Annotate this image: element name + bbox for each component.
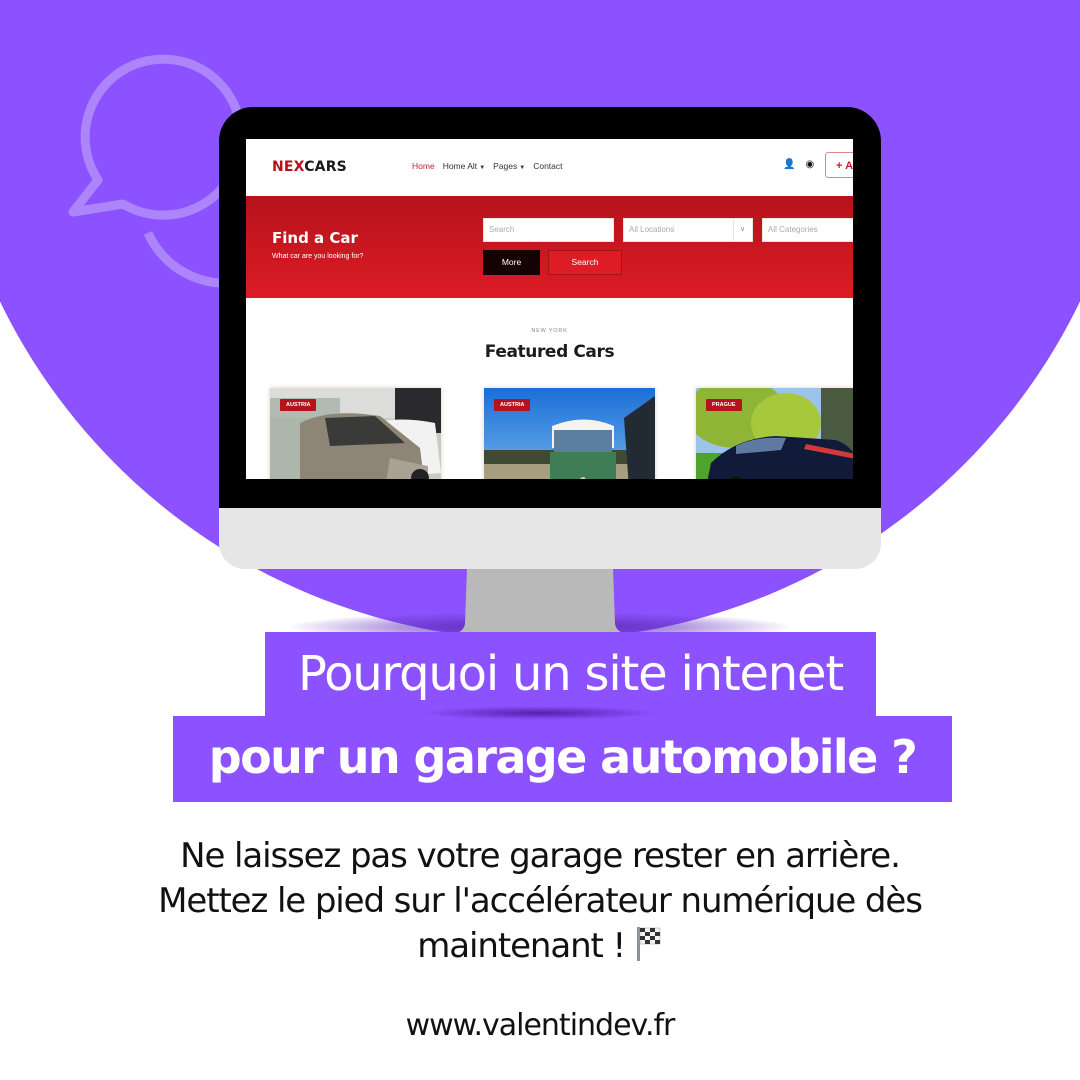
banner-shadow — [420, 706, 660, 720]
headline-line2: pour un garage automobile ? — [208, 730, 918, 784]
nav-home[interactable]: Home — [412, 161, 435, 171]
chevron-down-icon: ▼ — [519, 165, 526, 171]
monitor-stand — [443, 568, 637, 637]
hero-title: Find a Car — [272, 229, 358, 247]
more-button[interactable]: More — [483, 250, 540, 275]
monitor-chin — [219, 508, 881, 569]
nav-pages[interactable]: Pages ▼ — [493, 161, 525, 171]
find-car-hero: Find a Car What car are you looking for?… — [246, 196, 853, 298]
user-icon[interactable]: 👤 — [783, 159, 795, 170]
dashboard-icon[interactable]: ◉ — [805, 159, 814, 170]
chevron-down-icon: ▼ — [479, 165, 486, 171]
checkered-flag-icon — [636, 927, 660, 961]
nav-icons: 👤 ◉ — [783, 159, 814, 170]
headline-banner-line1: Pourquoi un site intenet — [265, 632, 876, 718]
location-tag: AUSTRIA — [280, 399, 317, 411]
nav-contact[interactable]: Contact — [533, 161, 562, 171]
body-line1: Ne laissez pas votre garage rester en ar… — [180, 836, 901, 876]
car-card[interactable]: PRAGUE — [696, 388, 853, 479]
section-kicker: NEW YORK — [531, 328, 568, 334]
body-line2: Mettez le pied sur l'accélérateur numéri… — [158, 881, 923, 921]
nav-links: Home Home Alt ▼ Pages ▼ Contact — [412, 161, 563, 171]
website-screen: NEXCARS Home Home Alt ▼ Pages ▼ Contact 👤 … — [246, 139, 853, 479]
search-button[interactable]: Search — [548, 250, 622, 275]
nav-home-alt[interactable]: Home Alt ▼ — [443, 161, 485, 171]
monitor: NEXCARS Home Home Alt ▼ Pages ▼ Contact 👤 … — [219, 107, 881, 569]
headline-banner-line2: pour un garage automobile ? — [173, 716, 952, 802]
headline-line1: Pourquoi un site intenet — [298, 646, 844, 702]
site-navbar: NEXCARS Home Home Alt ▼ Pages ▼ Contact 👤 … — [246, 139, 853, 196]
featured-cars-title: Featured Cars — [484, 342, 615, 362]
search-input[interactable]: Search — [483, 218, 614, 242]
chevron-down-icon[interactable]: ∨ — [733, 218, 753, 242]
location-tag: AUSTRIA — [494, 399, 531, 411]
hero-subtitle: What car are you looking for? — [272, 253, 364, 260]
add-listing-button[interactable]: + A — [825, 152, 853, 178]
monitor-bezel: NEXCARS Home Home Alt ▼ Pages ▼ Contact 👤 … — [219, 107, 881, 508]
body-line3-wrap: maintenant ! — [60, 924, 1020, 969]
location-tag: PRAGUE — [706, 399, 742, 411]
website-url[interactable]: www.valentindev.fr — [0, 1008, 1080, 1043]
site-logo[interactable]: NEXCARS — [272, 159, 347, 175]
car-card[interactable]: AUSTRIA — [484, 388, 655, 479]
car-card[interactable]: AUSTRIA — [270, 388, 441, 479]
body-line3: maintenant ! — [417, 926, 626, 966]
body-paragraph: Ne laissez pas votre garage rester en ar… — [60, 834, 1020, 969]
category-select[interactable]: All Categories — [762, 218, 853, 242]
